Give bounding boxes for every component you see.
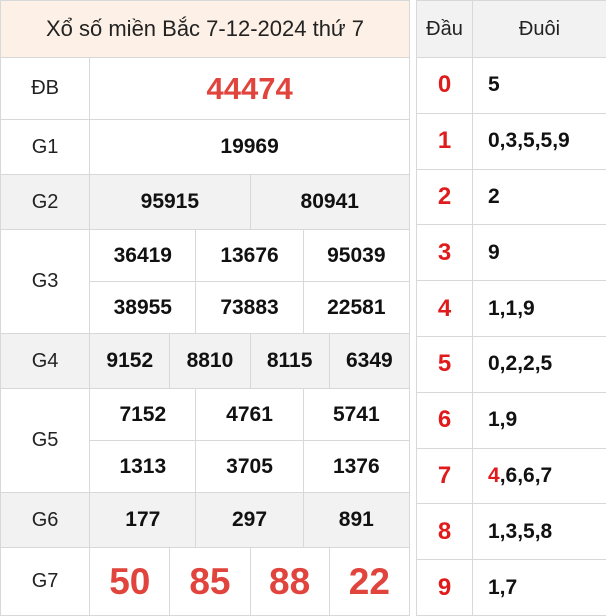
prize-label-g6: G6 — [1, 493, 90, 548]
g5-number: 1313 — [90, 441, 196, 493]
g6-number: 891 — [303, 493, 409, 548]
g3-number: 22581 — [303, 282, 409, 334]
g4-number: 9152 — [90, 334, 170, 389]
loto-head-digit: 6 — [417, 392, 473, 448]
loto-head-digit: 4 — [417, 281, 473, 337]
g7-number: 88 — [250, 548, 329, 616]
g5-number: 3705 — [196, 441, 303, 493]
g3-number: 13676 — [196, 230, 303, 282]
loto-tail-digits: 4,6,6,7 — [473, 448, 606, 504]
loto-head-digit: 9 — [417, 560, 473, 616]
g7-number: 50 — [90, 548, 170, 616]
g2-number: 80941 — [250, 175, 409, 230]
loto-head-digit: 7 — [417, 448, 473, 504]
loto-head-digit: 1 — [417, 113, 473, 169]
g7-number: 22 — [329, 548, 409, 616]
prize-label-g5: G5 — [1, 389, 90, 493]
g6-number: 297 — [196, 493, 303, 548]
g5-number: 7152 — [90, 389, 196, 441]
head-column-header: Đầu — [417, 1, 473, 58]
prize-label-g7: G7 — [1, 548, 90, 616]
tail-column-header: Đuôi — [473, 1, 606, 58]
prize-label-g3: G3 — [1, 230, 90, 334]
g5-number: 5741 — [303, 389, 409, 441]
g4-number: 6349 — [329, 334, 409, 389]
g3-number: 73883 — [196, 282, 303, 334]
prize-label-g4: G4 — [1, 334, 90, 389]
g3-number: 38955 — [90, 282, 196, 334]
special-prize-number: 44474 — [90, 58, 410, 120]
g5-number: 4761 — [196, 389, 303, 441]
g3-number: 36419 — [90, 230, 196, 282]
loto-tail-digits: 0,3,5,5,9 — [473, 113, 606, 169]
g4-number: 8810 — [170, 334, 250, 389]
prize-label-g2: G2 — [1, 175, 90, 230]
g6-number: 177 — [90, 493, 196, 548]
loto-tail-digits: 5 — [473, 58, 606, 114]
loto-head-digit: 0 — [417, 58, 473, 114]
prize-label-db: ĐB — [1, 58, 90, 120]
loto-tail-digits: 2 — [473, 169, 606, 225]
results-title: Xổ số miền Bắc 7-12-2024 thứ 7 — [1, 1, 410, 58]
g3-number: 95039 — [303, 230, 409, 282]
loto-tail-rest: ,6,6,7 — [500, 464, 553, 487]
loto-head-digit: 8 — [417, 504, 473, 560]
loto-tail-digits: 1,1,9 — [473, 281, 606, 337]
loto-head-digit: 5 — [417, 336, 473, 392]
g4-number: 8115 — [250, 334, 329, 389]
loto-tail-digits: 0,2,2,5 — [473, 336, 606, 392]
loto-tail-digits: 1,3,5,8 — [473, 504, 606, 560]
loto-tail-digits: 9 — [473, 225, 606, 281]
loto-tail-digits: 1,7 — [473, 560, 606, 616]
results-table: Xổ số miền Bắc 7-12-2024 thứ 7 ĐB 44474 … — [0, 0, 410, 616]
loto-head-tail-table: Đầu Đuôi 0 5 1 0,3,5,5,9 2 2 3 9 4 1,1,9… — [416, 0, 606, 616]
lottery-result-page: Xổ số miền Bắc 7-12-2024 thứ 7 ĐB 44474 … — [0, 0, 606, 615]
loto-head-digit: 3 — [417, 225, 473, 281]
g1-number: 19969 — [90, 120, 410, 175]
prize-label-g1: G1 — [1, 120, 90, 175]
g2-number: 95915 — [90, 175, 250, 230]
g7-number: 85 — [170, 548, 250, 616]
loto-head-digit: 2 — [417, 169, 473, 225]
g5-number: 1376 — [303, 441, 409, 493]
loto-tail-digits: 1,9 — [473, 392, 606, 448]
loto-tail-highlight: 4 — [488, 464, 500, 487]
